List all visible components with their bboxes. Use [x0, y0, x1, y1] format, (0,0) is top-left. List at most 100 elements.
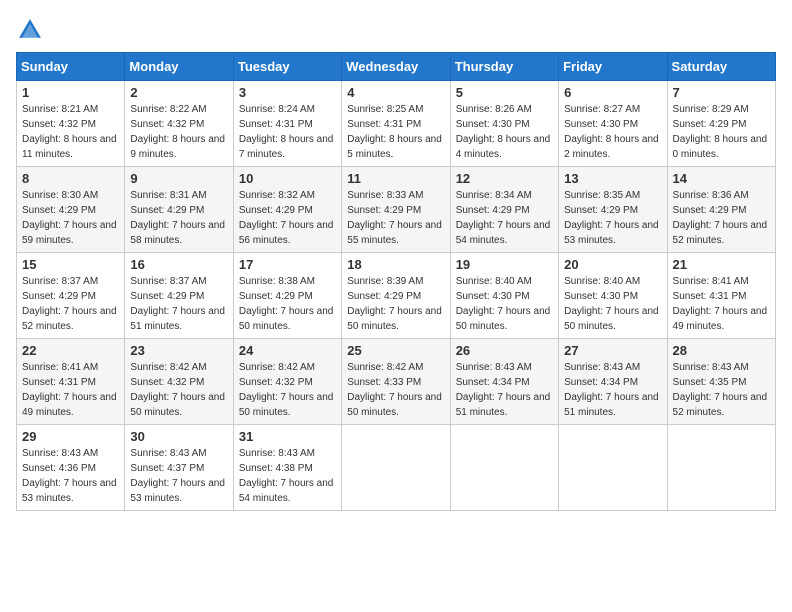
calendar-cell: 28 Sunrise: 8:43 AMSunset: 4:35 PMDaylig… — [667, 339, 775, 425]
day-number: 30 — [130, 429, 227, 444]
day-number: 21 — [673, 257, 770, 272]
day-detail: Sunrise: 8:33 AMSunset: 4:29 PMDaylight:… — [347, 190, 442, 246]
day-detail: Sunrise: 8:43 AMSunset: 4:36 PMDaylight:… — [22, 448, 117, 504]
day-detail: Sunrise: 8:37 AMSunset: 4:29 PMDaylight:… — [22, 276, 117, 332]
weekday-header-friday: Friday — [559, 53, 667, 81]
day-detail: Sunrise: 8:43 AMSunset: 4:37 PMDaylight:… — [130, 448, 225, 504]
calendar-cell: 27 Sunrise: 8:43 AMSunset: 4:34 PMDaylig… — [559, 339, 667, 425]
day-number: 2 — [130, 85, 227, 100]
calendar-week-row: 15 Sunrise: 8:37 AMSunset: 4:29 PMDaylig… — [17, 253, 776, 339]
day-detail: Sunrise: 8:25 AMSunset: 4:31 PMDaylight:… — [347, 104, 442, 160]
day-detail: Sunrise: 8:43 AMSunset: 4:34 PMDaylight:… — [456, 362, 551, 418]
calendar-cell: 17 Sunrise: 8:38 AMSunset: 4:29 PMDaylig… — [233, 253, 341, 339]
calendar-cell: 9 Sunrise: 8:31 AMSunset: 4:29 PMDayligh… — [125, 167, 233, 253]
calendar-week-row: 8 Sunrise: 8:30 AMSunset: 4:29 PMDayligh… — [17, 167, 776, 253]
calendar-cell: 15 Sunrise: 8:37 AMSunset: 4:29 PMDaylig… — [17, 253, 125, 339]
day-number: 14 — [673, 171, 770, 186]
calendar-cell: 22 Sunrise: 8:41 AMSunset: 4:31 PMDaylig… — [17, 339, 125, 425]
calendar-cell: 24 Sunrise: 8:42 AMSunset: 4:32 PMDaylig… — [233, 339, 341, 425]
day-number: 22 — [22, 343, 119, 358]
day-number: 1 — [22, 85, 119, 100]
day-detail: Sunrise: 8:32 AMSunset: 4:29 PMDaylight:… — [239, 190, 334, 246]
calendar-cell: 11 Sunrise: 8:33 AMSunset: 4:29 PMDaylig… — [342, 167, 450, 253]
calendar-cell — [559, 425, 667, 511]
day-detail: Sunrise: 8:42 AMSunset: 4:32 PMDaylight:… — [130, 362, 225, 418]
day-number: 20 — [564, 257, 661, 272]
day-detail: Sunrise: 8:43 AMSunset: 4:38 PMDaylight:… — [239, 448, 334, 504]
day-detail: Sunrise: 8:26 AMSunset: 4:30 PMDaylight:… — [456, 104, 551, 160]
day-detail: Sunrise: 8:34 AMSunset: 4:29 PMDaylight:… — [456, 190, 551, 246]
weekday-header-saturday: Saturday — [667, 53, 775, 81]
calendar-cell: 21 Sunrise: 8:41 AMSunset: 4:31 PMDaylig… — [667, 253, 775, 339]
day-number: 10 — [239, 171, 336, 186]
calendar-cell: 5 Sunrise: 8:26 AMSunset: 4:30 PMDayligh… — [450, 81, 558, 167]
day-detail: Sunrise: 8:43 AMSunset: 4:34 PMDaylight:… — [564, 362, 659, 418]
day-number: 17 — [239, 257, 336, 272]
day-number: 15 — [22, 257, 119, 272]
day-number: 9 — [130, 171, 227, 186]
weekday-header-monday: Monday — [125, 53, 233, 81]
day-number: 4 — [347, 85, 444, 100]
day-number: 6 — [564, 85, 661, 100]
calendar-week-row: 1 Sunrise: 8:21 AMSunset: 4:32 PMDayligh… — [17, 81, 776, 167]
calendar-cell: 18 Sunrise: 8:39 AMSunset: 4:29 PMDaylig… — [342, 253, 450, 339]
calendar-cell: 31 Sunrise: 8:43 AMSunset: 4:38 PMDaylig… — [233, 425, 341, 511]
logo — [16, 16, 48, 44]
calendar-table: SundayMondayTuesdayWednesdayThursdayFrid… — [16, 52, 776, 511]
day-number: 25 — [347, 343, 444, 358]
day-detail: Sunrise: 8:21 AMSunset: 4:32 PMDaylight:… — [22, 104, 117, 160]
logo-icon — [16, 16, 44, 44]
day-number: 27 — [564, 343, 661, 358]
calendar-cell: 14 Sunrise: 8:36 AMSunset: 4:29 PMDaylig… — [667, 167, 775, 253]
day-detail: Sunrise: 8:42 AMSunset: 4:33 PMDaylight:… — [347, 362, 442, 418]
day-number: 19 — [456, 257, 553, 272]
calendar-cell: 16 Sunrise: 8:37 AMSunset: 4:29 PMDaylig… — [125, 253, 233, 339]
day-number: 13 — [564, 171, 661, 186]
day-detail: Sunrise: 8:31 AMSunset: 4:29 PMDaylight:… — [130, 190, 225, 246]
day-number: 8 — [22, 171, 119, 186]
weekday-header-wednesday: Wednesday — [342, 53, 450, 81]
calendar-cell: 2 Sunrise: 8:22 AMSunset: 4:32 PMDayligh… — [125, 81, 233, 167]
calendar-cell: 12 Sunrise: 8:34 AMSunset: 4:29 PMDaylig… — [450, 167, 558, 253]
day-detail: Sunrise: 8:41 AMSunset: 4:31 PMDaylight:… — [673, 276, 768, 332]
day-detail: Sunrise: 8:35 AMSunset: 4:29 PMDaylight:… — [564, 190, 659, 246]
day-number: 24 — [239, 343, 336, 358]
calendar-cell: 7 Sunrise: 8:29 AMSunset: 4:29 PMDayligh… — [667, 81, 775, 167]
weekday-header-tuesday: Tuesday — [233, 53, 341, 81]
day-number: 16 — [130, 257, 227, 272]
day-number: 23 — [130, 343, 227, 358]
calendar-cell: 30 Sunrise: 8:43 AMSunset: 4:37 PMDaylig… — [125, 425, 233, 511]
calendar-cell: 25 Sunrise: 8:42 AMSunset: 4:33 PMDaylig… — [342, 339, 450, 425]
calendar-cell: 3 Sunrise: 8:24 AMSunset: 4:31 PMDayligh… — [233, 81, 341, 167]
day-number: 11 — [347, 171, 444, 186]
day-number: 3 — [239, 85, 336, 100]
calendar-cell: 20 Sunrise: 8:40 AMSunset: 4:30 PMDaylig… — [559, 253, 667, 339]
day-detail: Sunrise: 8:22 AMSunset: 4:32 PMDaylight:… — [130, 104, 225, 160]
day-detail: Sunrise: 8:39 AMSunset: 4:29 PMDaylight:… — [347, 276, 442, 332]
calendar-cell — [450, 425, 558, 511]
calendar-cell: 6 Sunrise: 8:27 AMSunset: 4:30 PMDayligh… — [559, 81, 667, 167]
day-number: 18 — [347, 257, 444, 272]
calendar-week-row: 29 Sunrise: 8:43 AMSunset: 4:36 PMDaylig… — [17, 425, 776, 511]
calendar-cell: 23 Sunrise: 8:42 AMSunset: 4:32 PMDaylig… — [125, 339, 233, 425]
calendar-cell: 29 Sunrise: 8:43 AMSunset: 4:36 PMDaylig… — [17, 425, 125, 511]
calendar-cell: 4 Sunrise: 8:25 AMSunset: 4:31 PMDayligh… — [342, 81, 450, 167]
weekday-header-thursday: Thursday — [450, 53, 558, 81]
calendar-cell — [342, 425, 450, 511]
day-detail: Sunrise: 8:36 AMSunset: 4:29 PMDaylight:… — [673, 190, 768, 246]
page-header — [16, 16, 776, 44]
calendar-cell: 8 Sunrise: 8:30 AMSunset: 4:29 PMDayligh… — [17, 167, 125, 253]
day-number: 12 — [456, 171, 553, 186]
calendar-cell: 10 Sunrise: 8:32 AMSunset: 4:29 PMDaylig… — [233, 167, 341, 253]
day-detail: Sunrise: 8:37 AMSunset: 4:29 PMDaylight:… — [130, 276, 225, 332]
day-detail: Sunrise: 8:42 AMSunset: 4:32 PMDaylight:… — [239, 362, 334, 418]
day-detail: Sunrise: 8:30 AMSunset: 4:29 PMDaylight:… — [22, 190, 117, 246]
day-detail: Sunrise: 8:24 AMSunset: 4:31 PMDaylight:… — [239, 104, 334, 160]
day-detail: Sunrise: 8:41 AMSunset: 4:31 PMDaylight:… — [22, 362, 117, 418]
day-detail: Sunrise: 8:38 AMSunset: 4:29 PMDaylight:… — [239, 276, 334, 332]
calendar-cell: 26 Sunrise: 8:43 AMSunset: 4:34 PMDaylig… — [450, 339, 558, 425]
weekday-header-sunday: Sunday — [17, 53, 125, 81]
day-number: 7 — [673, 85, 770, 100]
day-detail: Sunrise: 8:43 AMSunset: 4:35 PMDaylight:… — [673, 362, 768, 418]
calendar-cell: 13 Sunrise: 8:35 AMSunset: 4:29 PMDaylig… — [559, 167, 667, 253]
